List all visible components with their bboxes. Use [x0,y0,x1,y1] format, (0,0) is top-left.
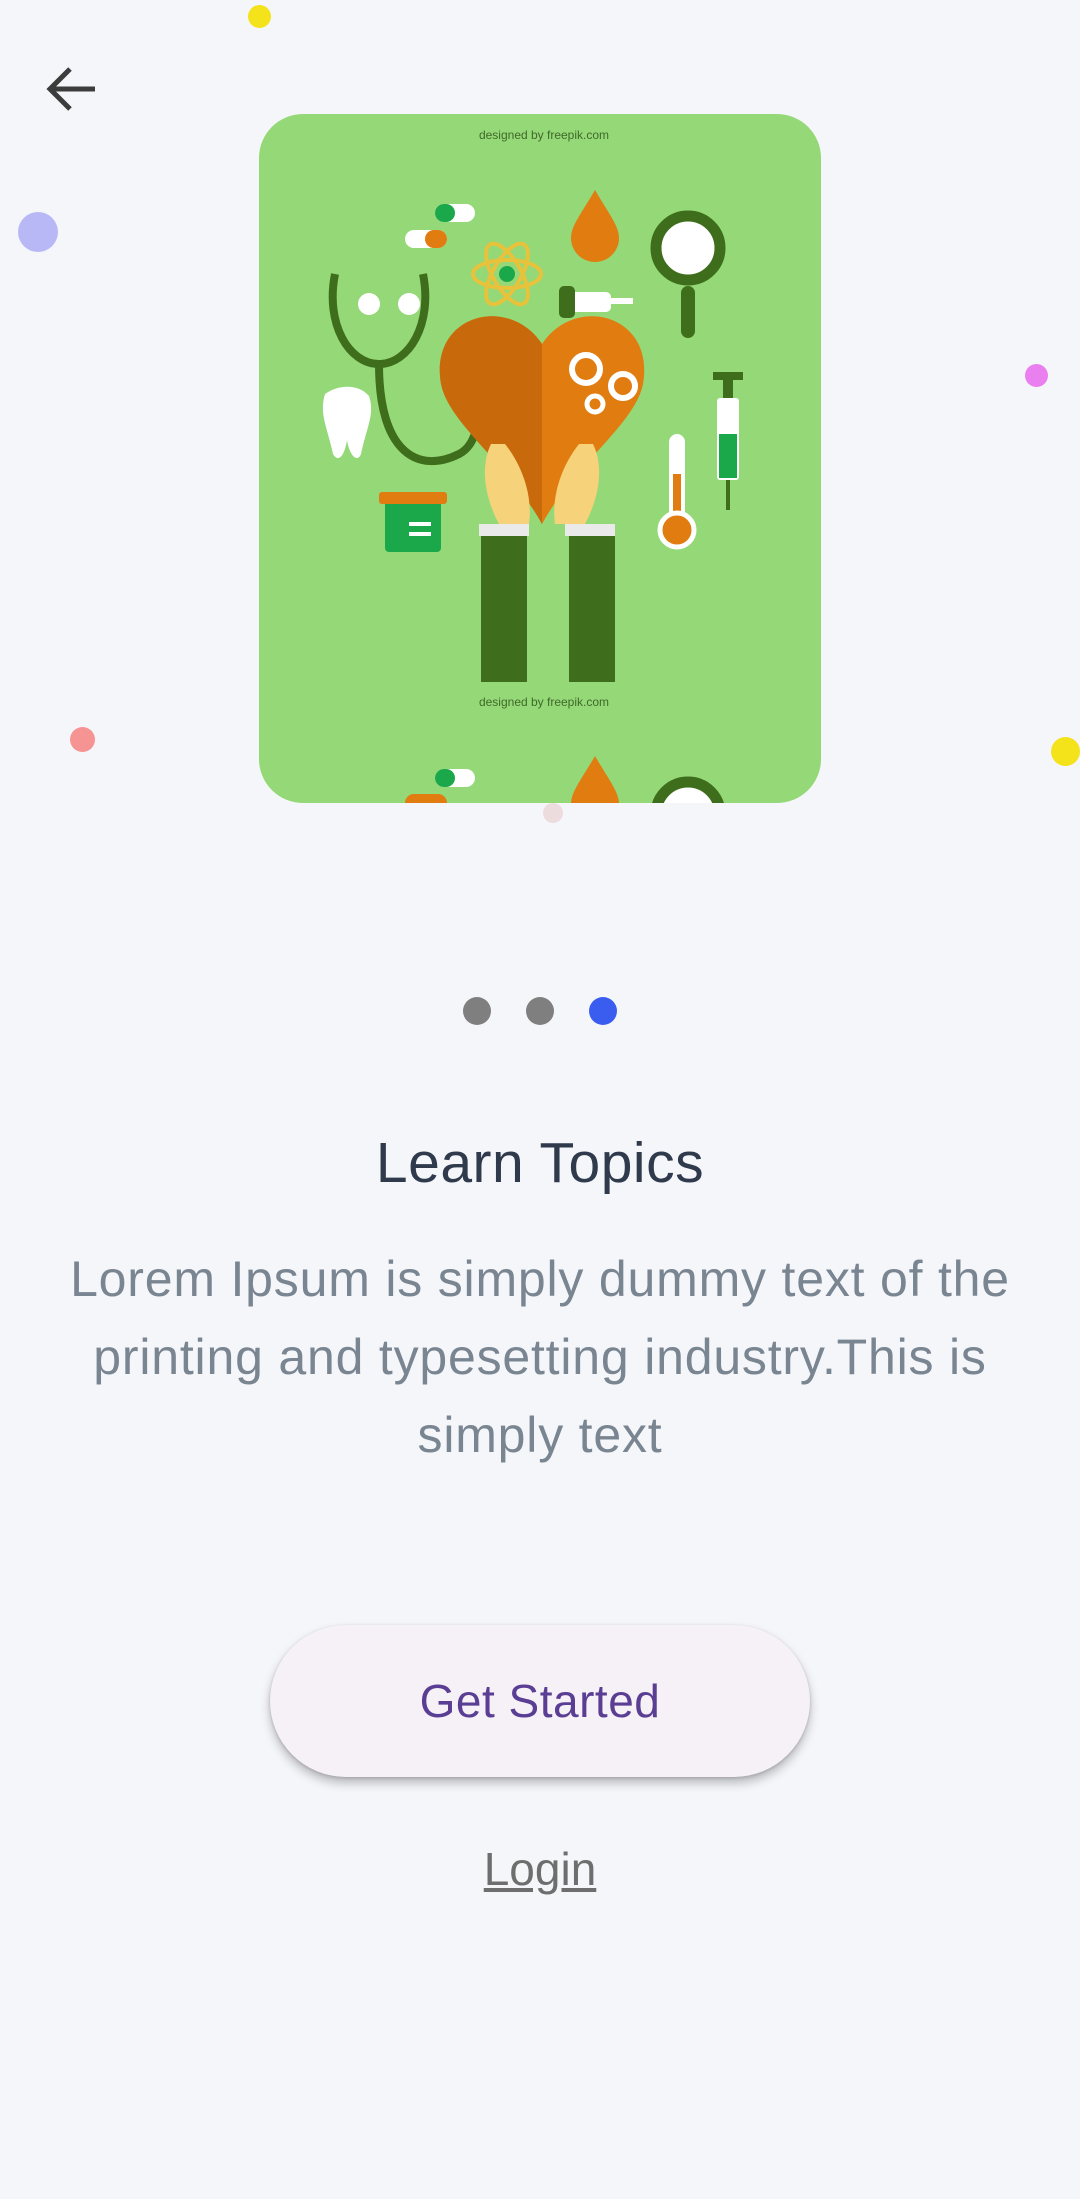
confetti-dot [248,5,271,28]
confetti-dot [1051,737,1080,766]
confetti-dot [1025,364,1048,387]
arrow-left-icon [46,67,95,111]
back-button[interactable] [36,54,106,124]
page-description: Lorem Ipsum is simply dummy text of the … [70,1251,1010,1463]
credit-bottom: designed by freepik.com [479,695,609,709]
confetti-dot [18,212,58,252]
page-title: Learn Topics [375,1131,705,1195]
credit-top: designed by freepik.com [479,128,609,142]
hero-illustration: designed by freepik.com designed by free… [259,114,821,803]
get-started-button[interactable]: Get Started [270,1625,810,1777]
confetti-dot [70,727,95,752]
confetti-dot [543,803,563,823]
page-dot[interactable] [463,997,491,1025]
page-dot-active[interactable] [589,997,617,1025]
login-link[interactable]: Login [0,1842,1080,1896]
page-indicator [0,997,1080,1025]
page-dot[interactable] [526,997,554,1025]
